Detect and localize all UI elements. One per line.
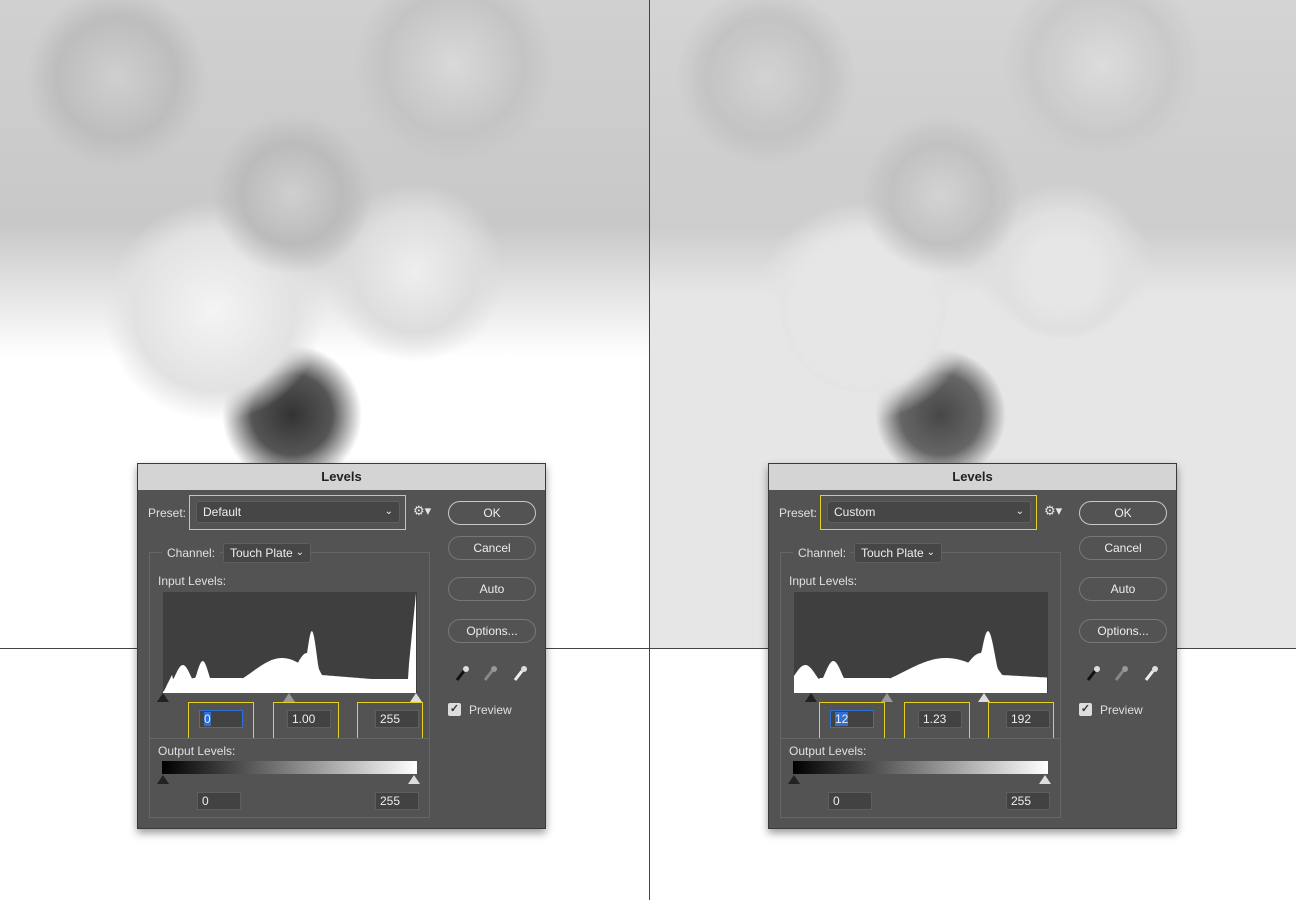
gear-icon[interactable]: ⚙▾ <box>413 503 431 519</box>
divider-vertical <box>649 0 650 900</box>
channel-label: Channel: <box>162 546 221 560</box>
output-gradient <box>793 761 1048 774</box>
white-eyedropper-icon[interactable] <box>1144 666 1158 681</box>
preset-label: Preset: <box>779 506 818 520</box>
channel-value: Touch Plate <box>861 546 924 560</box>
output-black-slider[interactable] <box>788 775 800 784</box>
levels-dialog: Levels Preset: Default ⌄ ⚙▾ OK Cancel Aut… <box>137 463 546 829</box>
output-white-field[interactable]: 255 <box>1006 792 1050 810</box>
levels-dialog: Levels Preset: Custom ⌄ ⚙▾ OK Cancel Auto… <box>768 463 1177 829</box>
output-black-field[interactable]: 0 <box>828 792 872 810</box>
preset-dropdown[interactable]: Default ⌄ <box>196 501 400 523</box>
auto-button[interactable]: Auto <box>1079 577 1167 601</box>
output-black-field[interactable]: 0 <box>197 792 241 810</box>
output-white-slider[interactable] <box>1039 775 1051 784</box>
input-levels-label: Input Levels: <box>789 574 858 588</box>
black-eyedropper-icon[interactable] <box>455 666 469 681</box>
chevron-down-icon: ⌄ <box>1015 506 1024 517</box>
histogram <box>163 592 417 693</box>
chevron-down-icon: ⌄ <box>384 506 393 517</box>
input-black-slider[interactable] <box>804 693 817 702</box>
separator <box>149 738 430 739</box>
separator <box>780 738 1061 739</box>
input-gamma-slider[interactable] <box>881 693 894 702</box>
output-levels-label: Output Levels: <box>158 744 236 758</box>
ok-button[interactable]: OK <box>448 501 536 525</box>
input-black-field[interactable]: 12 <box>830 710 874 728</box>
gray-eyedropper-icon[interactable] <box>1114 666 1128 681</box>
eyedroppers <box>455 666 527 681</box>
output-black-slider[interactable] <box>157 775 169 784</box>
input-black-value: 12 <box>835 712 849 726</box>
input-levels-label: Input Levels: <box>158 574 227 588</box>
input-white-slider[interactable] <box>978 693 991 702</box>
preview-label: Preview <box>469 703 512 717</box>
preset-value: Default <box>203 505 242 519</box>
chevron-down-icon: ⌄ <box>926 547 935 558</box>
channel-dropdown[interactable]: Touch Plate ⌄ <box>223 543 311 563</box>
channel-dropdown[interactable]: Touch Plate ⌄ <box>854 543 942 563</box>
gray-eyedropper-icon[interactable] <box>483 666 497 681</box>
cancel-button[interactable]: Cancel <box>1079 536 1167 560</box>
preview-label: Preview <box>1100 703 1143 717</box>
preset-label: Preset: <box>148 506 187 520</box>
channel-value: Touch Plate <box>230 546 293 560</box>
input-white-field[interactable]: 192 <box>1006 710 1050 728</box>
output-levels-label: Output Levels: <box>789 744 867 758</box>
input-white-slider[interactable] <box>410 693 422 702</box>
input-gamma-field[interactable]: 1.23 <box>918 710 962 728</box>
auto-button[interactable]: Auto <box>448 577 536 601</box>
input-black-field[interactable]: 0 <box>199 710 243 728</box>
chevron-down-icon: ⌄ <box>295 547 304 558</box>
options-button[interactable]: Options... <box>1079 619 1167 643</box>
gear-icon[interactable]: ⚙▾ <box>1044 503 1062 519</box>
white-eyedropper-icon[interactable] <box>513 666 527 681</box>
output-white-slider[interactable] <box>408 775 420 784</box>
dialog-title: Levels <box>138 464 545 490</box>
input-black-slider[interactable] <box>157 693 169 702</box>
output-gradient <box>162 761 417 774</box>
ok-button[interactable]: OK <box>1079 501 1167 525</box>
preview-checkbox[interactable]: ✓ <box>1079 703 1092 716</box>
input-black-value: 0 <box>204 712 211 726</box>
histogram <box>794 592 1048 693</box>
input-gamma-slider[interactable] <box>283 693 295 702</box>
input-gamma-field[interactable]: 1.00 <box>287 710 331 728</box>
preset-value: Custom <box>834 505 876 519</box>
cancel-button[interactable]: Cancel <box>448 536 536 560</box>
output-white-field[interactable]: 255 <box>375 792 419 810</box>
input-white-field[interactable]: 255 <box>375 710 419 728</box>
options-button[interactable]: Options... <box>448 619 536 643</box>
black-eyedropper-icon[interactable] <box>1086 666 1100 681</box>
eyedroppers <box>1086 666 1158 681</box>
preset-dropdown[interactable]: Custom ⌄ <box>827 501 1031 523</box>
dialog-title: Levels <box>769 464 1176 490</box>
channel-label: Channel: <box>793 546 852 560</box>
preview-checkbox[interactable]: ✓ <box>448 703 461 716</box>
